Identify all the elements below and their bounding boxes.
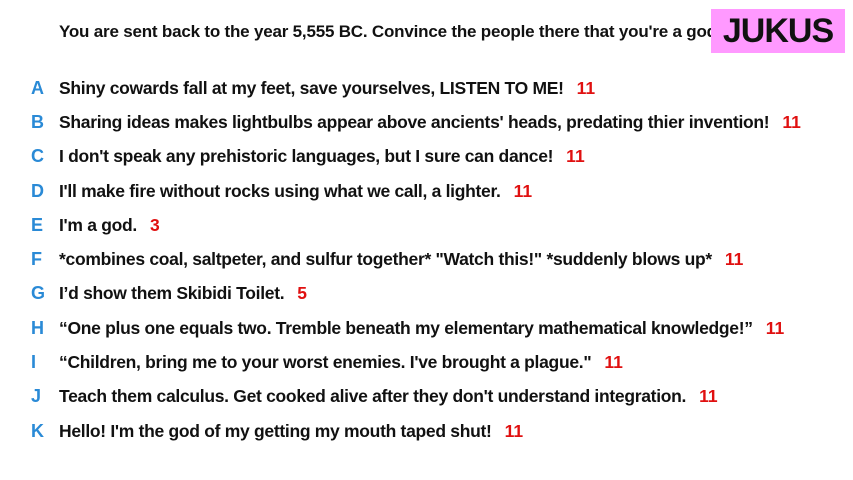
answer-text: Sharing ideas makes lightbulbs appear ab… <box>59 111 770 132</box>
answer-row: F *combines coal, saltpeter, and sulfur … <box>0 242 853 276</box>
answer-row: J Teach them calculus. Get cooked alive … <box>0 380 853 414</box>
answer-row: I “Children, bring me to your worst enem… <box>0 345 853 379</box>
answer-list: A Shiny cowards fall at my feet, save yo… <box>0 71 853 448</box>
answer-letter: H <box>31 317 44 338</box>
answer-letter: B <box>31 111 44 132</box>
brand-logo: JUKUS <box>711 9 845 53</box>
answer-score: 11 <box>699 386 718 407</box>
answer-score: 11 <box>724 249 744 270</box>
answer-text: “Children, bring me to your worst enemie… <box>59 352 592 373</box>
answer-score: 11 <box>513 180 533 201</box>
answer-score: 3 <box>149 214 160 235</box>
prompt-text: You are sent back to the year 5,555 BC. … <box>59 22 722 41</box>
answer-text: I'm a god. <box>59 214 137 235</box>
answer-letter: G <box>31 283 46 304</box>
answer-text: I don't speak any prehistoric languages,… <box>59 146 554 167</box>
answer-row: C I don't speak any prehistoric language… <box>0 140 853 174</box>
answer-text: I’d show them Skibidi Toilet. <box>59 283 285 304</box>
answer-letter: E <box>31 214 44 235</box>
answer-text: I'll make fire without rocks using what … <box>59 180 501 201</box>
answer-letter: J <box>31 386 42 407</box>
answer-score: 11 <box>576 77 596 98</box>
answer-text: “One plus one equals two. Tremble beneat… <box>59 317 753 338</box>
answer-row: A Shiny cowards fall at my feet, save yo… <box>0 71 853 105</box>
brand-label: JUKUS <box>722 11 834 50</box>
answer-row: G I’d show them Skibidi Toilet. 5 <box>0 277 853 311</box>
answer-text: Teach them calculus. Get cooked alive af… <box>59 386 687 407</box>
answer-text: Hello! I'm the god of my getting my mout… <box>59 420 492 441</box>
answer-letter: K <box>31 420 44 441</box>
answer-letter: F <box>31 249 42 270</box>
answer-score: 5 <box>297 283 308 304</box>
answer-letter: A <box>31 77 44 98</box>
answer-score: 11 <box>566 146 585 167</box>
answer-row: D I'll make fire without rocks using wha… <box>0 174 853 208</box>
answer-score: 11 <box>604 352 623 373</box>
answer-score: 11 <box>782 111 801 132</box>
answer-text: Shiny cowards fall at my feet, save your… <box>59 77 564 98</box>
answer-letter: I <box>31 352 37 373</box>
answer-score: 11 <box>765 317 785 338</box>
answer-row: E I'm a god. 3 <box>0 208 853 242</box>
answer-letter: D <box>31 180 44 201</box>
answer-text: *combines coal, saltpeter, and sulfur to… <box>59 249 712 270</box>
answer-score: 11 <box>504 420 524 441</box>
answer-row: B Sharing ideas makes lightbulbs appear … <box>0 105 853 139</box>
answer-letter: C <box>31 146 44 167</box>
answer-row: H “One plus one equals two. Tremble bene… <box>0 311 853 345</box>
answer-row: K Hello! I'm the god of my getting my mo… <box>0 414 853 448</box>
